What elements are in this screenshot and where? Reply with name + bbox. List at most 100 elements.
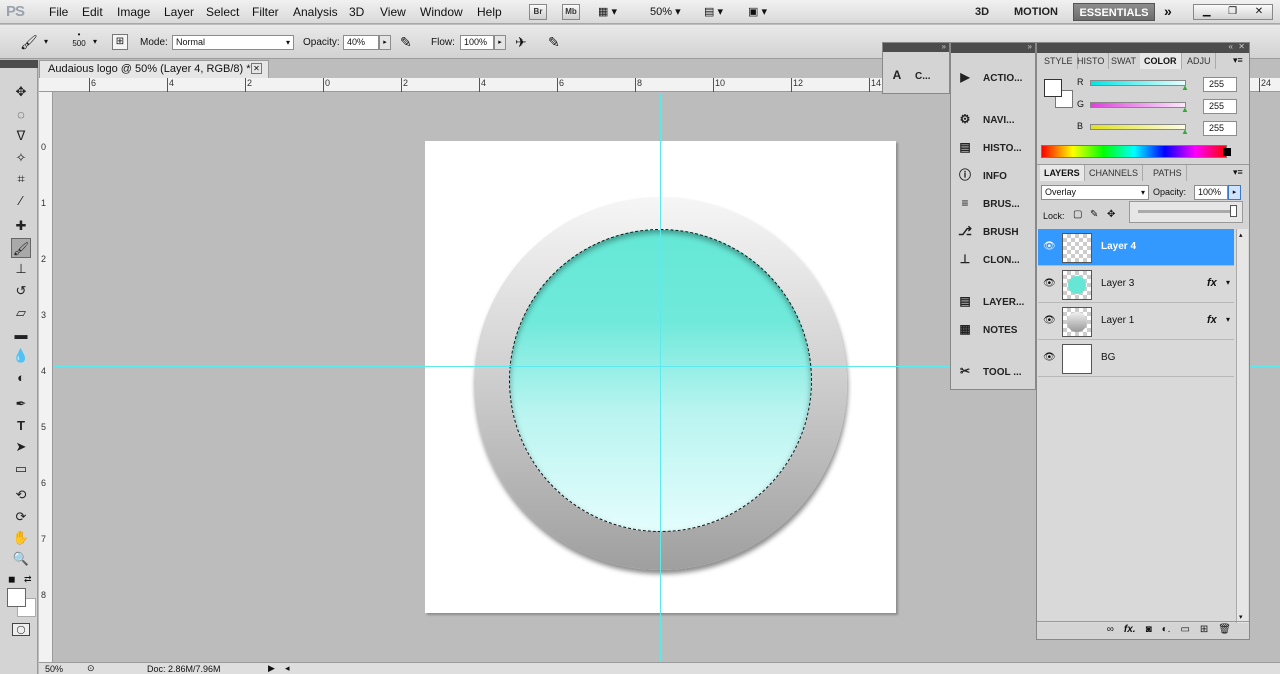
tab-swatches[interactable]: SWAT — [1107, 53, 1141, 69]
scroll-down-icon[interactable]: ▾ — [1239, 613, 1243, 621]
more-workspaces-icon[interactable]: » — [1164, 3, 1172, 19]
vertical-guide[interactable] — [660, 93, 661, 662]
restore-icon[interactable]: ❐ — [1228, 5, 1237, 19]
expand-dock-icon[interactable]: » — [1028, 42, 1032, 51]
menu-file[interactable]: File — [49, 5, 68, 19]
b-slider-thumb-icon[interactable]: ▲ — [1181, 127, 1189, 136]
shape-tool-icon[interactable]: ▭ — [11, 459, 31, 479]
menu-analysis[interactable]: Analysis — [293, 5, 338, 19]
menu-select[interactable]: Select — [206, 5, 239, 19]
3d-rotate-tool-icon[interactable]: ⟲ — [11, 485, 31, 505]
workspace-3d[interactable]: 3D — [965, 3, 999, 21]
opacity-slider-arrow[interactable]: ▸ — [379, 35, 391, 50]
add-mask-icon[interactable]: ◙ — [1146, 622, 1152, 639]
fg-color-swatch[interactable] — [1044, 79, 1062, 97]
brush-tool-preset-icon[interactable]: 🖌 — [20, 34, 38, 51]
blend-mode-select[interactable]: Overlay ▾ — [1041, 185, 1149, 200]
b-value-input[interactable]: 255 — [1203, 121, 1237, 136]
blur-tool-icon[interactable]: 💧 — [11, 346, 31, 366]
quick-select-tool-icon[interactable]: ✧ — [11, 148, 31, 168]
path-select-tool-icon[interactable]: ➤ — [11, 437, 31, 457]
airbrush-icon[interactable]: ✈ — [515, 34, 527, 51]
add-style-icon[interactable]: fx. — [1124, 622, 1136, 639]
foreground-color-swatch[interactable] — [7, 588, 26, 607]
mode-select[interactable]: Normal ▾ — [172, 35, 294, 50]
lock-transparent-icon[interactable]: ▢ — [1073, 209, 1082, 220]
menu-edit[interactable]: Edit — [82, 5, 103, 19]
lasso-tool-icon[interactable]: ᐁ — [11, 126, 31, 146]
gradient-tool-icon[interactable]: ▬ — [11, 325, 31, 345]
visibility-eye-icon[interactable]: 👁 — [1043, 278, 1056, 289]
dock-item-tool-presets[interactable]: ✂ TOOL ... — [957, 359, 1022, 383]
expand-dock-icon[interactable]: » — [942, 42, 946, 51]
layer-row[interactable]: 👁 Layer 3 fx ▾ — [1038, 266, 1234, 303]
screen-mode-icon[interactable]: ▣ ▾ — [748, 5, 767, 18]
layer-row[interactable]: 👁 Layer 1 fx ▾ — [1038, 303, 1234, 340]
r-value-input[interactable]: 255 — [1203, 77, 1237, 92]
tab-color[interactable]: COLOR — [1140, 53, 1182, 69]
menu-window[interactable]: Window — [420, 5, 463, 19]
dock-item-character[interactable]: A C... — [889, 63, 931, 87]
layer-opacity-input[interactable]: 100% — [1194, 185, 1228, 200]
new-layer-icon[interactable]: ⊞ — [1200, 622, 1208, 639]
swap-colors-icon[interactable]: ⇄ — [24, 574, 32, 585]
adjustment-layer-icon[interactable]: ◐. — [1162, 622, 1171, 639]
menu-3d[interactable]: 3D — [349, 5, 364, 19]
tab-paths[interactable]: PATHS — [1149, 165, 1187, 181]
flow-slider-arrow[interactable]: ▸ — [494, 35, 506, 50]
dock-item-layer-comps[interactable]: ▤ LAYER... — [957, 289, 1024, 313]
collapse-panel-icon[interactable]: « — [1229, 42, 1233, 51]
expand-effects-icon[interactable]: ▾ — [1226, 278, 1230, 287]
3d-orbit-tool-icon[interactable]: ⟳ — [11, 507, 31, 527]
hand-tool-icon[interactable]: ✋ — [11, 528, 31, 548]
marquee-tool-icon[interactable]: ◌ — [11, 105, 31, 125]
opacity-slider-track[interactable] — [1138, 210, 1234, 213]
visibility-eye-icon[interactable]: 👁 — [1043, 315, 1056, 326]
arrange-documents-icon[interactable]: ▤ ▾ — [704, 5, 723, 18]
view-extras-icon[interactable]: ▦ ▾ — [598, 5, 626, 19]
workspace-essentials[interactable]: ESSENTIALS — [1073, 3, 1155, 21]
visibility-eye-icon[interactable]: 👁 — [1043, 241, 1056, 252]
dock-item-notes[interactable]: ▦ NOTES — [957, 317, 1017, 341]
r-slider[interactable] — [1090, 80, 1186, 86]
healing-brush-tool-icon[interactable]: ✚ — [11, 216, 31, 236]
lock-pixels-icon[interactable]: ✎ — [1090, 209, 1098, 220]
crop-tool-icon[interactable]: ⌗ — [11, 169, 31, 189]
opacity-slider-thumb[interactable] — [1230, 205, 1237, 217]
dock-item-history[interactable]: ▤ HISTO... — [957, 135, 1021, 159]
stamp-tool-icon[interactable]: ⊥ — [11, 259, 31, 279]
layer-opacity-slider-arrow[interactable]: ▸ — [1228, 185, 1241, 200]
link-layers-icon[interactable]: ∞ — [1107, 622, 1114, 639]
g-slider[interactable] — [1090, 102, 1186, 108]
document-tab[interactable]: Audaious logo @ 50% (Layer 4, RGB/8) * ✕ — [39, 60, 269, 78]
tab-layers[interactable]: LAYERS — [1040, 165, 1085, 181]
layer-row[interactable]: 👁 Layer 4 — [1038, 229, 1234, 266]
tablet-opacity-icon[interactable]: ✎ — [400, 34, 412, 51]
dock-item-clone-source[interactable]: ⊥ CLON... — [957, 247, 1020, 271]
type-tool-icon[interactable]: T — [11, 416, 31, 436]
g-slider-thumb-icon[interactable]: ▲ — [1181, 105, 1189, 114]
scroll-up-icon[interactable]: ▴ — [1239, 231, 1243, 239]
quick-mask-icon[interactable]: ◯ — [12, 623, 30, 636]
tab-styles[interactable]: STYLE — [1040, 53, 1078, 69]
tablet-size-icon[interactable]: ✎ — [548, 34, 560, 51]
close-tab-icon[interactable]: ✕ — [251, 63, 262, 74]
preset-dropdown-icon[interactable]: ▾ — [44, 37, 48, 46]
panel-menu-icon[interactable]: ▾≡ — [1233, 55, 1243, 66]
r-slider-thumb-icon[interactable]: ▲ — [1181, 83, 1189, 92]
flow-input[interactable]: 100% — [460, 35, 494, 50]
g-value-input[interactable]: 255 — [1203, 99, 1237, 114]
zoom-tool-icon[interactable]: 🔍 — [11, 549, 31, 569]
menu-filter[interactable]: Filter — [252, 5, 279, 19]
dock-item-navigator[interactable]: ⚙ NAVI... — [957, 107, 1015, 131]
layer-row[interactable]: 👁 BG — [1038, 340, 1234, 377]
close-panel-icon[interactable]: ✕ — [1238, 42, 1245, 51]
dock-item-info[interactable]: ⓘ INFO — [957, 163, 1007, 187]
brush-size-preview[interactable]: • 500 — [70, 30, 88, 48]
tab-channels[interactable]: CHANNELS — [1085, 165, 1144, 181]
layers-scrollbar[interactable]: ▴ ▾ — [1236, 229, 1248, 623]
brush-panel-toggle-icon[interactable]: ⊞ — [112, 34, 128, 50]
delete-layer-icon[interactable]: 🗑 — [1218, 622, 1231, 639]
color-ramp-black[interactable] — [1223, 148, 1231, 156]
layer-effects-icon[interactable]: fx — [1207, 277, 1217, 289]
